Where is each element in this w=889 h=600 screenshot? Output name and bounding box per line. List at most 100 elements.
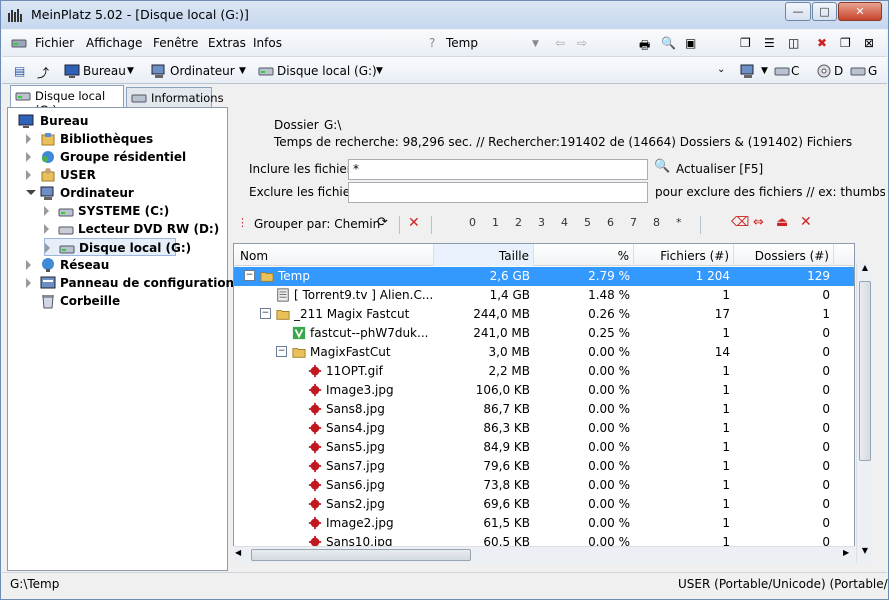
minimize-button[interactable]: — <box>785 2 811 21</box>
group-by-label[interactable]: Grouper par: Chemin <box>254 217 380 231</box>
menu-extras[interactable]: Extras <box>208 36 246 50</box>
tree-item-groupe-residentiel[interactable]: Groupe résidentiel <box>26 148 226 166</box>
tree-item-reseau[interactable]: Réseau <box>26 256 226 274</box>
table-row[interactable]: 11OPT.gif 2,2 MB 0.00 % 1 0 <box>234 362 854 381</box>
tree-item-lecteur-dvd[interactable]: Lecteur DVD RW (D:) <box>44 220 224 238</box>
expand-arrow-icon[interactable] <box>26 170 31 180</box>
tab-disque-local[interactable]: Disque local (G:) <box>10 85 124 117</box>
level-2-button[interactable]: 2 <box>515 216 522 229</box>
table-row[interactable]: − Temp 2,6 GB 2.79 % 1 204 129 <box>234 267 854 286</box>
tree-item-bureau[interactable]: Bureau <box>18 112 218 130</box>
tab-informations[interactable]: Informations <box>126 87 224 107</box>
table-row[interactable]: Sans6.jpg 73,8 KB 0.00 % 1 0 <box>234 476 854 495</box>
export-icon[interactable]: ⏏ <box>776 215 788 230</box>
drive-button[interactable]: Disque local (G:) <box>277 64 377 78</box>
column-header-taille[interactable]: Taille <box>434 244 534 266</box>
drive-d-icon[interactable] <box>816 63 832 79</box>
table-row[interactable]: Image3.jpg 106,0 KB 0.00 % 1 0 <box>234 381 854 400</box>
clear-group-icon[interactable]: ✕ <box>408 215 420 231</box>
collapse-toggle-icon[interactable]: − <box>244 270 255 281</box>
table-row[interactable]: fastcut--phW7duk... 241,0 MB 0.25 % 1 0 <box>234 324 854 343</box>
scroll-left-icon[interactable]: ◀ <box>235 548 241 557</box>
group-refresh-icon[interactable]: ⟳ <box>377 215 388 230</box>
menu-fenetre[interactable]: Fenêtre <box>153 36 198 50</box>
tile-vertical-icon[interactable]: ◫ <box>788 36 799 50</box>
column-header-nom[interactable]: Nom <box>234 244 434 266</box>
level-all-button[interactable]: * <box>676 216 682 229</box>
scroll-right-icon[interactable]: ▶ <box>843 548 849 557</box>
close-window-icon[interactable]: ✖ <box>817 36 827 50</box>
horizontal-scrollbar[interactable]: ◀ ▶ <box>233 546 855 563</box>
chevron-down-icon[interactable]: ▼ <box>376 66 383 76</box>
expand-arrow-icon[interactable] <box>26 152 31 162</box>
table-row[interactable]: Sans7.jpg 79,6 KB 0.00 % 1 0 <box>234 457 854 476</box>
expand-arrow-icon[interactable] <box>26 260 31 270</box>
scroll-down-icon[interactable]: ▼ <box>858 546 872 560</box>
table-row[interactable]: Sans5.jpg 84,9 KB 0.00 % 1 0 <box>234 438 854 457</box>
delete-icon[interactable]: ✕ <box>800 214 812 230</box>
table-row[interactable]: − _211 Magix Fastcut 244,0 MB 0.26 % 17 1 <box>234 305 854 324</box>
save-icon[interactable]: ▣ <box>685 36 696 50</box>
expand-toolbar-icon[interactable]: ⌄ <box>717 64 725 75</box>
drive-menu-icon[interactable] <box>11 35 27 51</box>
collapse-arrow-icon[interactable] <box>26 190 36 195</box>
menu-infos[interactable]: Infos <box>253 36 282 50</box>
scroll-h-thumb[interactable] <box>251 549 471 561</box>
expand-arrow-icon[interactable] <box>26 278 31 288</box>
refresh-icon[interactable]: 🔍 <box>654 159 670 174</box>
drive-g-icon[interactable] <box>850 63 866 79</box>
menu-fichier[interactable]: Fichier <box>35 36 74 50</box>
ordinateur-button[interactable]: Ordinateur <box>170 64 235 78</box>
level-3-button[interactable]: 3 <box>538 216 545 229</box>
table-row[interactable]: − MagixFastCut 3,0 MB 0.00 % 14 0 <box>234 343 854 362</box>
vertical-scrollbar[interactable]: ▲ ▼ <box>856 263 873 563</box>
level-8-button[interactable]: 8 <box>653 216 660 229</box>
up-folder-icon[interactable]: ⤴ <box>37 64 49 81</box>
clean-icon[interactable]: ⌫ <box>731 215 749 230</box>
level-5-button[interactable]: 5 <box>584 216 591 229</box>
back-icon[interactable]: ⇦ <box>555 36 565 50</box>
expand-arrow-icon[interactable] <box>44 224 49 234</box>
table-row[interactable]: Sans2.jpg 69,6 KB 0.00 % 1 0 <box>234 495 854 514</box>
tree-item-ordinateur[interactable]: Ordinateur <box>26 184 226 202</box>
move-icon[interactable]: ⇔ <box>753 215 764 230</box>
maximize-button[interactable]: □ <box>812 2 837 21</box>
level-4-button[interactable]: 4 <box>561 216 568 229</box>
search-icon[interactable]: 🔍 <box>661 36 676 50</box>
scroll-up-icon[interactable]: ▲ <box>858 263 872 277</box>
cascade-icon[interactable]: ❐ <box>740 36 751 50</box>
tree-item-user[interactable]: USER <box>26 166 226 184</box>
tree-item-corbeille[interactable]: Corbeille <box>26 292 226 310</box>
expand-arrow-icon[interactable] <box>26 134 31 144</box>
column-header-dossiers[interactable]: Dossiers (#) <box>734 244 834 266</box>
chevron-down-icon[interactable]: ▼ <box>532 39 539 49</box>
column-header-pct[interactable]: % <box>534 244 634 266</box>
expand-arrow-icon[interactable] <box>45 243 50 253</box>
forward-icon[interactable]: ⇨ <box>577 36 587 50</box>
bureau-button[interactable]: Bureau <box>83 64 126 78</box>
layout-icon[interactable]: ▤ <box>14 64 25 78</box>
close-button[interactable]: ✕ <box>838 2 882 21</box>
chevron-down-icon[interactable]: ▼ <box>239 66 246 76</box>
tile-horizontal-icon[interactable]: ☰ <box>764 36 775 50</box>
refresh-button[interactable]: Actualiser [F5] <box>676 162 763 176</box>
restore-window-icon[interactable]: ❐ <box>840 36 851 50</box>
collapse-toggle-icon[interactable]: − <box>260 308 271 319</box>
close-all-icon[interactable]: ⊠ <box>864 36 874 50</box>
chevron-down-icon[interactable]: ▼ <box>127 66 134 76</box>
scroll-thumb[interactable] <box>859 281 871 461</box>
drive-c-icon[interactable] <box>774 63 790 79</box>
collapse-toggle-icon[interactable]: − <box>276 346 287 357</box>
menu-affichage[interactable]: Affichage <box>86 36 142 50</box>
tree-item-panneau-configuration[interactable]: Panneau de configuration <box>26 274 234 292</box>
tree-item-bibliotheques[interactable]: Bibliothèques <box>26 130 226 148</box>
table-row[interactable]: Image2.jpg 61,5 KB 0.00 % 1 0 <box>234 514 854 533</box>
level-1-button[interactable]: 1 <box>492 216 499 229</box>
drive-c-label[interactable]: C <box>791 64 799 78</box>
table-row[interactable]: [ Torrent9.tv ] Alien.C... 1,4 GB 1.48 % 1 0 <box>234 286 854 305</box>
tree-item-systeme-c[interactable]: SYSTEME (C:) <box>44 202 224 220</box>
drive-d-label[interactable]: D <box>834 64 843 78</box>
table-row[interactable]: Sans8.jpg 86,7 KB 0.00 % 1 0 <box>234 400 854 419</box>
table-row[interactable]: Sans4.jpg 86,3 KB 0.00 % 1 0 <box>234 419 854 438</box>
tree-item-disque-local-g[interactable]: Disque local (G:) <box>44 238 191 256</box>
